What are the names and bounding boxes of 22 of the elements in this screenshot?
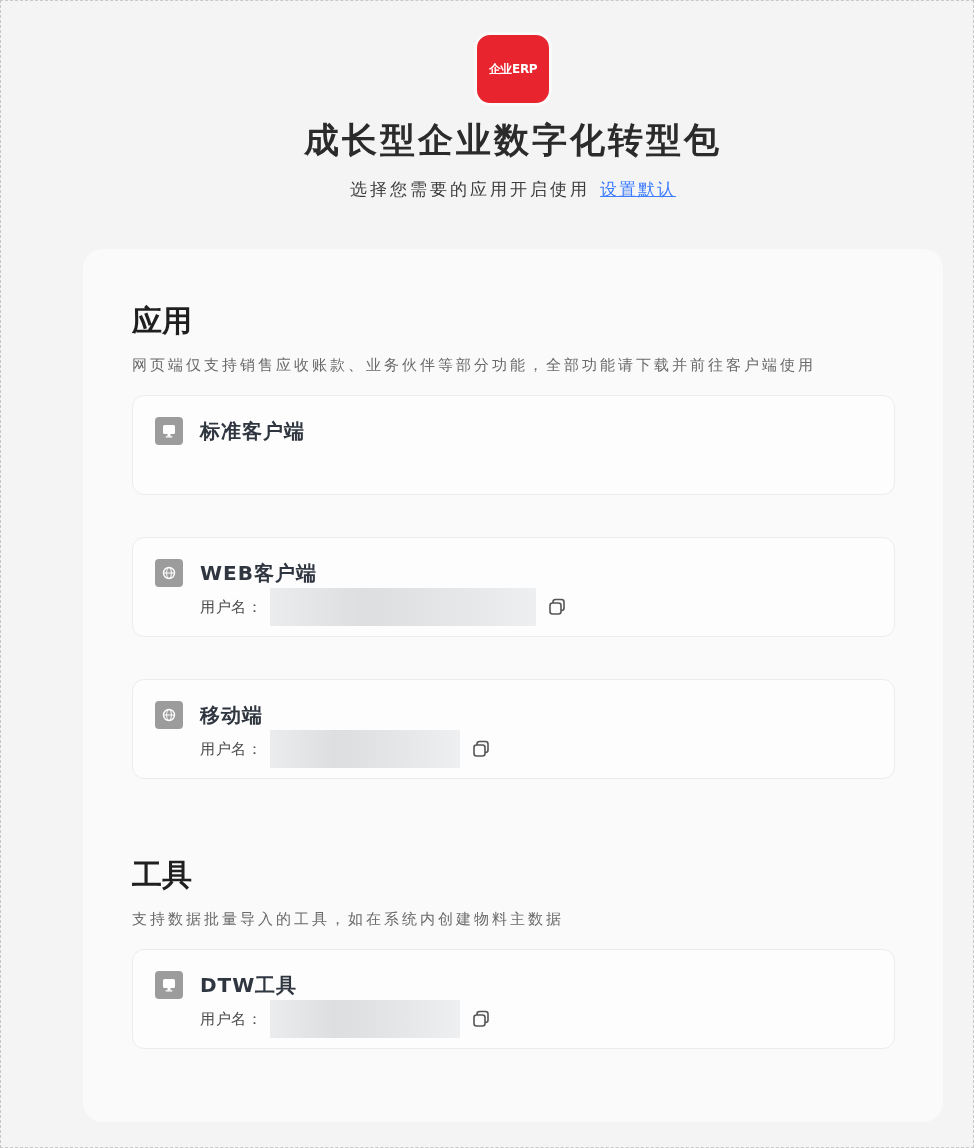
page-title: 成长型企业数字化转型包 (304, 119, 722, 162)
app-logo: 企业ERP (474, 32, 552, 106)
app-name: 移动端 (200, 702, 263, 729)
app-name: DTW工具 (200, 972, 298, 999)
copy-icon[interactable] (548, 598, 566, 616)
globe-icon (155, 701, 183, 729)
set-default-link[interactable]: 设置默认 (600, 177, 676, 201)
app-name: WEB客户端 (200, 560, 317, 587)
monitor-icon (155, 971, 183, 999)
monitor-icon (155, 417, 183, 445)
subtitle: 选择您需要的应用开启使用 (350, 177, 590, 201)
copy-icon[interactable] (472, 1010, 490, 1028)
app-name: 标准客户端 (200, 418, 305, 445)
section-description: 支持数据批量导入的工具，如在系统内创建物料主数据 (132, 909, 564, 929)
username-label: 用户名： (200, 1009, 262, 1029)
section-description: 网页端仅支持销售应收账款、业务伙伴等部分功能，全部功能请下载并前往客户端使用 (132, 355, 816, 375)
globe-icon (155, 559, 183, 587)
copy-icon[interactable] (472, 740, 490, 758)
section-heading: 应用 (132, 302, 192, 340)
username-label: 用户名： (200, 739, 262, 759)
username-label: 用户名： (200, 597, 262, 617)
section-heading: 工具 (132, 856, 192, 894)
